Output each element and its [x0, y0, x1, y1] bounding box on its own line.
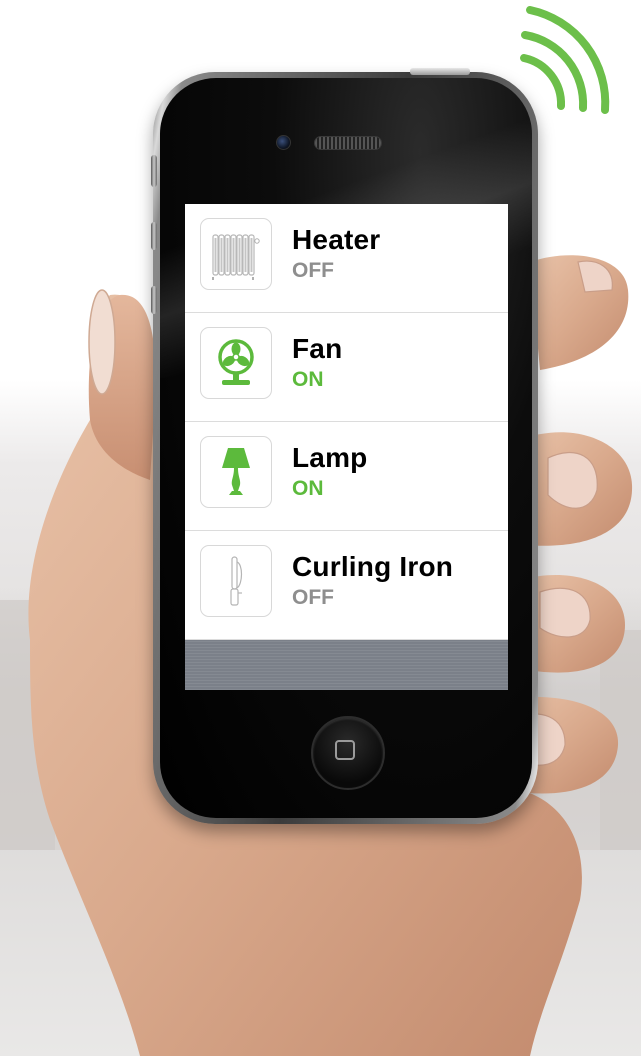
device-state: ON [292, 368, 324, 391]
radiator-icon [200, 218, 272, 290]
phone-screen: Heater OFF Fan ON Lamp ON Curling Iron O… [185, 204, 508, 690]
front-camera [276, 135, 291, 150]
device-state: ON [292, 477, 324, 500]
device-state: OFF [292, 586, 334, 609]
curling-iron-icon [200, 545, 272, 617]
wireless-signal-icon [520, 6, 610, 114]
device-row-heater[interactable]: Heater OFF [185, 204, 508, 313]
volume-up-button [151, 222, 157, 250]
device-name: Heater [292, 224, 381, 255]
device-name: Curling Iron [292, 551, 454, 582]
screen-footer-bar [185, 640, 508, 690]
device-name: Fan [292, 333, 343, 364]
volume-down-button [151, 286, 157, 314]
device-row-lamp[interactable]: Lamp ON [185, 422, 508, 531]
earpiece-speaker [314, 136, 382, 150]
home-square-icon [335, 740, 355, 760]
mute-switch [151, 155, 157, 187]
device-row-curling-iron[interactable]: Curling Iron OFF [185, 531, 508, 640]
device-row-fan[interactable]: Fan ON [185, 313, 508, 422]
fan-icon [200, 327, 272, 399]
device-state: OFF [292, 259, 334, 282]
power-button [410, 68, 470, 75]
device-name: Lamp [292, 442, 368, 473]
lamp-icon [200, 436, 272, 508]
